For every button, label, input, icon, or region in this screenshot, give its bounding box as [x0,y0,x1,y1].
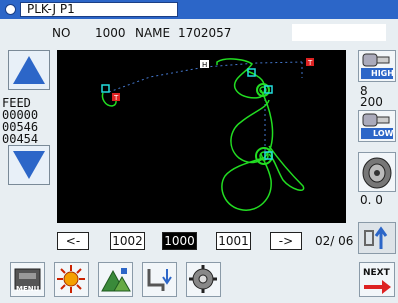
mountain-button[interactable] [98,262,133,297]
status-dot-icon [5,4,16,15]
page-indicator: 02/ 06 [315,234,354,248]
name-field [292,24,386,41]
presser-button[interactable] [142,262,177,297]
bobbin-winder-icon [362,157,392,189]
bobbin-value: 0. 0 [360,193,383,207]
no-label: NO [52,26,71,40]
high-label: HIGH [371,69,394,78]
pattern-1000-button[interactable]: 1000 [162,232,197,250]
speed-high-button[interactable]: HIGH [358,50,396,82]
gear-button[interactable] [186,262,221,297]
pattern-canvas[interactable]: H T T [57,50,346,223]
presser-foot-icon [147,269,172,291]
low-label: LOW [373,129,394,138]
home-marker: H [202,61,207,69]
sun-button[interactable] [54,262,89,297]
next-page-button[interactable]: -> [270,232,302,250]
title-bar: PLK-J P1 [0,0,398,19]
no-value: 1000 [95,26,126,40]
next-arrow-icon: NEXT [363,268,391,294]
sun-burst-icon [57,265,85,293]
end-marker: T [307,59,313,67]
pattern-1001-button[interactable]: 1001 [216,232,251,250]
menu-icon: MENU [14,268,41,293]
triangle-up-icon [13,56,45,84]
next-label: NEXT [363,268,391,278]
stitch-path-drawing: H T T [101,58,314,211]
pattern-1002-button[interactable]: 1002 [110,232,145,250]
feed-panel: FEED 00000 00546 00454 [2,97,50,145]
feed-value: 00454 [2,132,39,146]
start-marker: T [113,94,119,102]
next-button[interactable]: NEXT [359,262,395,297]
reset-button[interactable] [358,222,396,254]
prev-button[interactable]: <- [57,232,89,250]
speed-low-button[interactable]: LOW [358,110,396,142]
gear-icon [189,265,217,293]
scroll-down-button[interactable] [8,145,50,185]
speed-value-mid: 200 [360,95,383,109]
name-label: NAME [135,26,171,40]
menu-button[interactable]: MENU [10,262,45,297]
scroll-up-button[interactable] [8,50,50,90]
name-value: 1702057 [178,26,232,40]
triangle-down-icon [13,151,45,179]
mountain-tree-icon [101,268,131,292]
bobbin-button[interactable] [358,152,396,192]
up-arrow-frame-icon [364,226,388,249]
menu-label: MENU [16,285,40,293]
pattern-title: PLK-J P1 [20,2,178,17]
